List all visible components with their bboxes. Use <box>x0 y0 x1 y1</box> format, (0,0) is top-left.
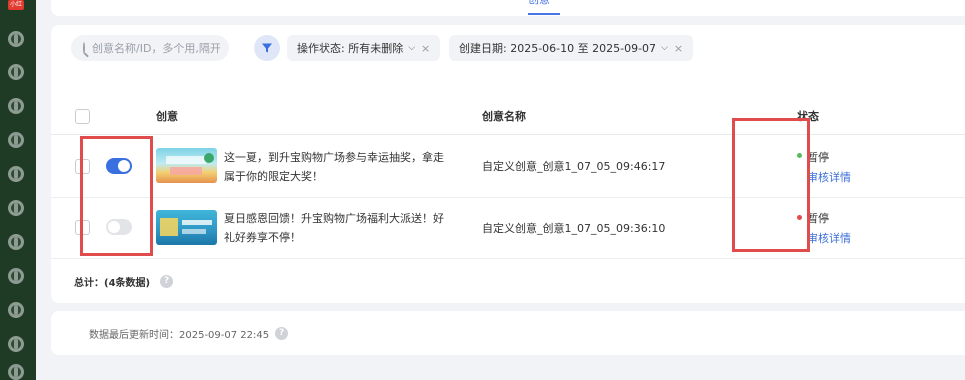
globe-icon[interactable] <box>8 364 24 380</box>
total-count: 总计：(4条数据) ? <box>74 274 174 289</box>
status-label: 暂停 <box>807 212 829 225</box>
search-icon <box>83 42 85 54</box>
close-icon[interactable]: × <box>674 42 683 55</box>
filter-button[interactable] <box>254 35 280 61</box>
select-all-checkbox[interactable] <box>75 109 90 124</box>
globe-icon[interactable] <box>8 200 24 216</box>
thumbnail-image-icon <box>166 153 214 175</box>
creative-description: 这一夏，到升宝购物广场参与幸运抽奖，拿走属于你的限定大奖！ <box>224 151 444 183</box>
row-divider <box>51 197 965 198</box>
left-rail: 小红书 <box>0 0 36 380</box>
app-logo[interactable]: 小红书 <box>8 0 24 10</box>
creative-table-card: 操作状态: 所有未删除 ⌵ × 创建日期: 2025-06-10 至 2025-… <box>51 25 965 303</box>
tab-creative[interactable]: 创意 <box>528 0 550 7</box>
creative-description: 夏日感恩回馈！升宝购物广场福利大派送！好礼好券享不停！ <box>224 212 444 244</box>
globe-icon[interactable] <box>8 98 24 114</box>
column-header-creative: 创意 <box>156 110 178 123</box>
highlight-box-status <box>732 118 810 252</box>
total-count-label: 总计：(4条数据) <box>74 278 151 289</box>
date-filter-label: 创建日期: 2025-06-10 至 2025-09-07 <box>459 42 657 55</box>
status-label: 暂停 <box>807 151 829 164</box>
globe-icon[interactable] <box>8 64 24 80</box>
header-divider <box>51 134 965 135</box>
globe-icon[interactable] <box>8 234 24 250</box>
globe-icon[interactable] <box>8 132 24 148</box>
chevron-down-icon: ⌵ <box>661 43 668 53</box>
help-icon[interactable]: ? <box>160 275 174 288</box>
search-box[interactable] <box>71 35 234 61</box>
last-update: 数据最后更新时间：2025-09-07 22:45 ? <box>89 326 289 341</box>
column-header-creative-name: 创意名称 <box>482 110 526 123</box>
status-filter-label: 操作状态: 所有未删除 <box>297 42 404 55</box>
help-icon[interactable]: ? <box>275 327 289 340</box>
update-info-card: 数据最后更新时间：2025-09-07 22:45 ? <box>51 311 965 355</box>
chevron-down-icon: ⌵ <box>408 43 416 53</box>
row-divider <box>51 258 965 259</box>
last-update-label: 数据最后更新时间：2025-09-07 22:45 <box>89 330 270 341</box>
highlight-box-toggles <box>80 136 153 256</box>
globe-icon[interactable] <box>8 268 24 284</box>
globe-icon[interactable] <box>8 31 24 47</box>
active-tab-indicator <box>528 13 560 15</box>
review-detail-link[interactable]: 审核详情 <box>807 230 851 246</box>
creative-thumbnail[interactable] <box>156 210 217 245</box>
globe-icon[interactable] <box>8 302 24 318</box>
globe-icon[interactable] <box>8 166 24 182</box>
creative-name: 自定义创意_创意1_07_05_09:36:10 <box>482 222 666 235</box>
thumbnail-image-icon <box>160 218 212 236</box>
search-input[interactable] <box>90 40 234 56</box>
close-icon[interactable]: × <box>421 42 430 55</box>
filter-icon <box>262 43 272 53</box>
globe-icon[interactable] <box>8 336 24 352</box>
top-tab-bar: 创意 <box>51 0 965 16</box>
date-filter-chip[interactable]: 创建日期: 2025-06-10 至 2025-09-07 ⌵ × <box>449 35 694 61</box>
review-detail-link[interactable]: 审核详情 <box>807 169 851 185</box>
creative-thumbnail[interactable] <box>156 148 217 183</box>
status-filter-chip[interactable]: 操作状态: 所有未删除 ⌵ × <box>287 35 441 61</box>
creative-name: 自定义创意_创意1_07_05_09:46:17 <box>482 160 666 173</box>
